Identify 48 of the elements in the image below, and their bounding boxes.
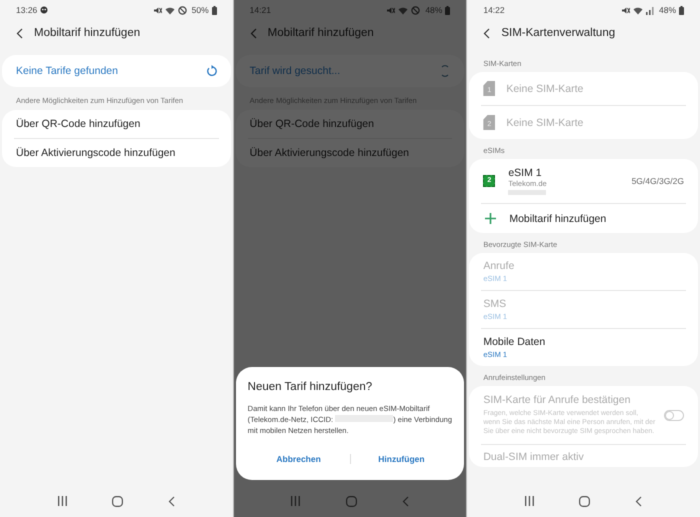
back-icon[interactable] [483,28,490,38]
back-icon[interactable] [16,28,23,38]
battery-percentage: 48% [425,5,442,15]
option-item[interactable]: Über QR-Code hinzufügen [14,110,219,139]
status-time: 14:21 [250,5,271,15]
battery-icon [212,6,217,14]
sim-slot-label: Keine SIM-Karte [506,82,584,94]
mute-icon [386,6,396,14]
wifi-icon [398,6,408,14]
status-time: 13:26 [16,5,38,15]
back-icon[interactable] [635,496,642,506]
page-title: SIM-Kartenverwaltung [501,27,616,39]
battery-icon [679,6,684,14]
page-title: Mobiltarif hinzufügen [34,27,140,39]
battery-icon [445,6,450,14]
wifi-icon [633,6,643,14]
option-item[interactable]: Über Aktivierungscode hinzufügen [14,139,219,167]
dialog-title: Neuen Tarif hinzufügen? [248,381,374,393]
mute-icon [152,6,162,14]
option-item[interactable]: Über QR-Code hinzufügen [248,110,452,139]
battery-percentage: 50% [192,5,209,15]
dialog-button[interactable]: Abbrechen [248,448,350,470]
do-not-disturb-icon [411,6,420,14]
home-icon[interactable] [579,496,590,506]
setting-title: SIM-Karte für Anrufe bestätigen [483,394,632,406]
sim-slot-label: Keine SIM-Karte [506,116,584,128]
signal-icon [646,6,654,14]
dialog-button[interactable]: Hinzufügen [350,448,452,470]
notification-icon [40,6,48,14]
wifi-icon [164,6,175,14]
battery-percentage: 48% [659,5,676,15]
network-types: 5G/4G/3G/2G [632,176,684,186]
search-status-row[interactable]: Keine Tarife gefunden [2,55,231,87]
add-tariff-button[interactable]: Mobiltarif hinzufügen [481,204,686,233]
recent-apps-icon[interactable] [524,496,534,506]
home-icon[interactable] [112,496,123,506]
esim-name[interactable]: eSIM 1 [508,167,547,179]
option-item[interactable]: Über Aktivierungscode hinzufügen [248,139,452,167]
status-time: 14:22 [483,5,505,15]
page-title: Mobiltarif hinzufügen [268,27,374,39]
recent-apps-icon[interactable] [58,496,67,506]
search-status-text: Tarif wird gesucht... [250,65,340,77]
preference-title[interactable]: Mobile Daten [483,336,546,348]
back-icon[interactable] [168,496,176,506]
search-status-text: Keine Tarife gefunden [16,65,118,77]
do-not-disturb-icon [178,6,187,14]
plus-icon [485,213,496,224]
mute-icon [621,6,630,14]
